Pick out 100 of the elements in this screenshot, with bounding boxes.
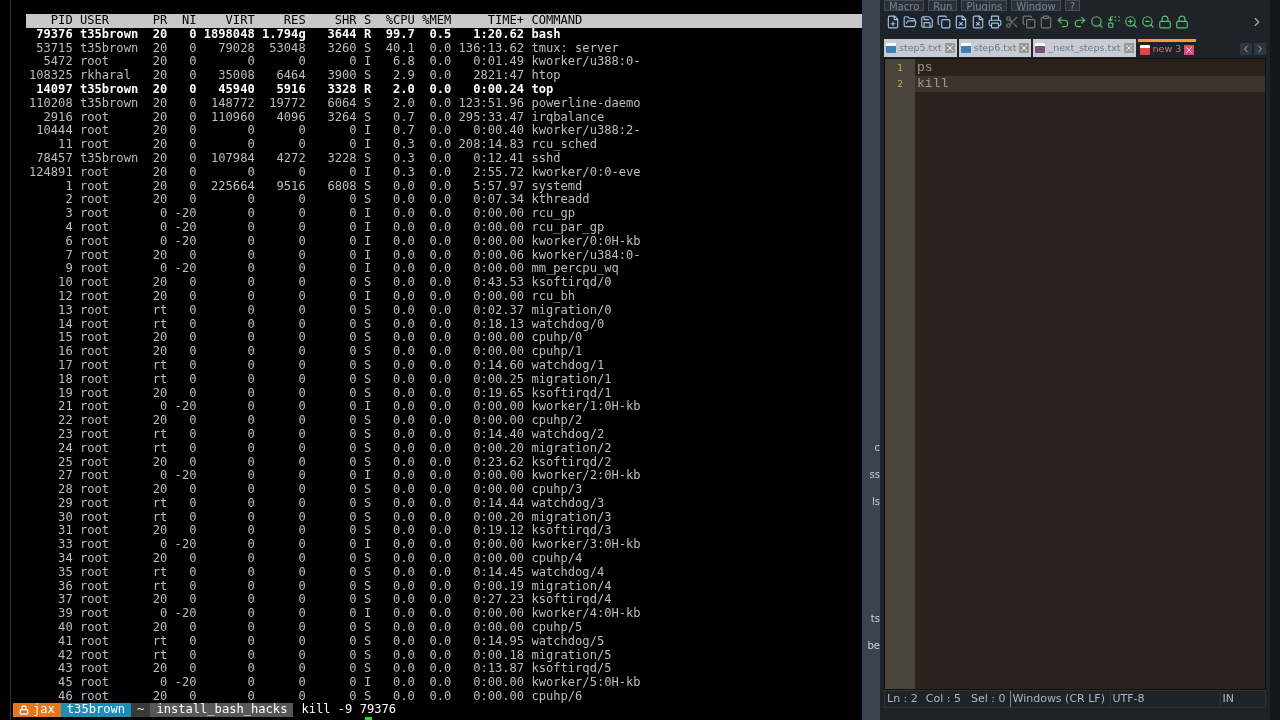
process-row-text: 5472 root 20 0 0 0 0 I 6.8 0.0 0:01.49 kworker/u388:0- bbox=[42, 55, 641, 69]
process-row-text: 30 root rt 0 0 0 0 S 0.0 0.0 0:00.20 migration/3 bbox=[57, 510, 612, 525]
process-row-text: 10444 root 20 0 0 0 0 I 0.7 0.0 0:00.40 kworker/u388:2- bbox=[35, 124, 641, 138]
lock-icon[interactable] bbox=[1158, 15, 1172, 29]
process-row-text: 16 root 20 0 0 0 0 S 0.0 0.0 0:00.00 cpuhp/1 bbox=[57, 345, 583, 359]
menu-item[interactable]: Window bbox=[1011, 0, 1061, 11]
file-tab[interactable]: step6.txt bbox=[958, 39, 1032, 57]
process-row: 124891 root 20 0 0 0 0 I 0.3 0.0 2:55.72 kworker/0:0-eve bbox=[29, 165, 641, 180]
command-text: kill -9 79376 bbox=[300, 702, 397, 717]
process-row-text: 40 root 20 0 0 0 0 S 0.0 0.0 0:00.00 cpuhp/5 bbox=[57, 621, 583, 635]
process-row-text: 23 root rt 0 0 0 0 S 0.0 0.0 0:14.40 watchdog/2 bbox=[57, 427, 605, 442]
window-text-fragment: ls bbox=[872, 495, 880, 509]
process-row-text: 18 root rt 0 0 0 0 S 0.0 0.0 0:00.25 migration/1 bbox=[57, 372, 612, 387]
save-icon[interactable] bbox=[920, 15, 934, 29]
process-row: 108325 rkharal 20 0 35008 6464 3900 S 2.9 0.0 2821:47 htop bbox=[29, 69, 561, 83]
undo-icon[interactable] bbox=[1056, 15, 1070, 29]
cut-icon[interactable] bbox=[1005, 15, 1019, 29]
prompt-text: ~ bbox=[137, 702, 145, 717]
search-icon[interactable] bbox=[1090, 15, 1104, 29]
process-row-text: 14 root rt 0 0 0 0 S 0.0 0.0 0:18.13 watchdog/0 bbox=[57, 317, 605, 332]
status-column: Col : 5 bbox=[919, 690, 967, 708]
process-row-text: 21 root 0 -20 0 0 0 I 0.0 0.0 0:00.00 kworker/1:0H-kb bbox=[57, 400, 641, 414]
process-row-text: 28 root 20 0 0 0 0 S 0.0 0.0 0:00.00 cpuhp/3 bbox=[57, 483, 583, 497]
process-row-text: 17 root rt 0 0 0 0 S 0.0 0.0 0:14.60 watchdog/1 bbox=[57, 358, 605, 373]
prompt-text: jax bbox=[33, 702, 55, 717]
redo-icon[interactable] bbox=[1073, 15, 1087, 29]
lock-icon[interactable] bbox=[1175, 15, 1189, 29]
print-icon[interactable] bbox=[988, 15, 1002, 29]
window-text-fragment: ss bbox=[869, 468, 880, 482]
process-row-text: 43 root 20 0 0 0 0 S 0.0 0.0 0:13.87 ksoftirqd/5 bbox=[57, 662, 612, 676]
line-number: 2 bbox=[896, 78, 904, 91]
process-row-text: 6 root 0 -20 0 0 0 I 0.0 0.0 0:00.00 kworker/0:0H-kb bbox=[64, 234, 641, 249]
process-row-text: 2916 root 20 0 110960 4096 3264 S 0.7 0.0 295:33.47 irqbalance bbox=[42, 110, 605, 125]
close-file-icon[interactable] bbox=[954, 15, 968, 29]
process-row-text: 14097 t35brown 20 0 45940 5916 3328 R 2.0 0.0 0:00.24 top bbox=[35, 83, 554, 97]
close-icon[interactable] bbox=[1184, 44, 1195, 55]
process-row-text: 78457 t35brown 20 0 107984 4272 3228 S 0.3 0.0 0:12.41 sshd bbox=[35, 151, 561, 166]
menu-item[interactable]: Macro bbox=[884, 0, 925, 11]
process-row-text: 7 root 20 0 0 0 0 I 0.0 0.0 0:00.06 kworker/u384:0- bbox=[64, 248, 641, 263]
file-tab[interactable]: new 3 bbox=[1137, 39, 1197, 57]
process-row-text: 11 root 20 0 0 0 0 I 0.3 0.0 208:14.83 rcu_sched bbox=[57, 138, 597, 152]
process-row-text: 2 root 20 0 0 0 0 S 0.0 0.0 0:07.34 kthreadd bbox=[64, 193, 590, 208]
prompt-text: t35brown bbox=[66, 702, 126, 717]
folder-icon[interactable] bbox=[903, 15, 917, 29]
process-row-text: 9 root 0 -20 0 0 0 I 0.0 0.0 0:00.00 mm_percpu_wq bbox=[64, 262, 619, 277]
process-row-text: 12 root 20 0 0 0 0 I 0.0 0.0 0:00.00 rcu_bh bbox=[57, 289, 576, 304]
scroll-left-icon[interactable] bbox=[1240, 43, 1252, 55]
new-file-icon[interactable] bbox=[886, 15, 900, 29]
status-eol: Windows (CR LF) bbox=[1010, 690, 1111, 708]
process-row: 110208 t35brown 20 0 148772 19772 6064 S 2.0 0.0 123:51.96 powerline-daemo bbox=[29, 96, 641, 111]
process-row-text: 24 root rt 0 0 0 0 S 0.0 0.0 0:00.20 migration/2 bbox=[57, 441, 612, 456]
process-row-text: 27 root 0 -20 0 0 0 I 0.0 0.0 0:00.00 kworker/2:0H-kb bbox=[57, 469, 641, 483]
process-row-text: 19 root 20 0 0 0 0 S 0.0 0.0 0:19.65 ksoftirqd/1 bbox=[57, 386, 612, 401]
zoom-in-icon[interactable] bbox=[1124, 15, 1138, 29]
process-row-text: 37 root 20 0 0 0 0 S 0.0 0.0 0:27.23 ksoftirqd/4 bbox=[57, 593, 612, 607]
process-row-text: 31 root 20 0 0 0 0 S 0.0 0.0 0:19.12 ksoftirqd/3 bbox=[57, 524, 612, 538]
save-all-icon[interactable] bbox=[937, 15, 951, 29]
process-row-text: 10 root 20 0 0 0 0 S 0.0 0.0 0:43.53 ksoftirqd/0 bbox=[57, 276, 612, 290]
process-row-text: 36 root rt 0 0 0 0 S 0.0 0.0 0:00.19 migration/4 bbox=[57, 579, 612, 594]
menu-item[interactable]: ? bbox=[1064, 0, 1081, 11]
process-row-text: 45 root 0 -20 0 0 0 I 0.0 0.0 0:00.00 kworker/5:0H-kb bbox=[57, 676, 641, 690]
status-mode: IN bbox=[1221, 690, 1235, 707]
process-row-text: 35 root rt 0 0 0 0 S 0.0 0.0 0:14.45 watchdog/4 bbox=[57, 565, 605, 580]
file-tab[interactable]: _next_steps.txt bbox=[1033, 39, 1136, 57]
table-header: PID USER PR NI VIRT RES SHR S %CPU %MEM TIME+ COMMAND bbox=[26, 14, 862, 28]
process-row-text: 33 root 0 -20 0 0 0 I 0.0 0.0 0:00.00 kworker/3:0H-kb bbox=[57, 538, 641, 552]
process-row-text: 46 root 20 0 0 0 0 S 0.0 0.0 0:00.00 cpuhp/6 bbox=[57, 690, 583, 704]
menu-item[interactable]: Run bbox=[928, 0, 958, 11]
status-encoding: UTF-8 bbox=[1110, 690, 1221, 708]
process-row-text: 79376 t35brown 20 0 1898048 1.794g 3644 R 99.7 0.5 1:20.62 bash bbox=[35, 27, 561, 42]
close-all-icon[interactable] bbox=[971, 15, 985, 29]
process-row-text: 15 root 20 0 0 0 0 S 0.0 0.0 0:00.00 cpuhp/0 bbox=[57, 331, 583, 345]
window-text-fragment: ts bbox=[870, 612, 880, 626]
zoom-out-icon[interactable] bbox=[1141, 15, 1155, 29]
process-row-text: 41 root rt 0 0 0 0 S 0.0 0.0 0:14.95 watchdog/5 bbox=[57, 634, 605, 649]
process-row-text: 53715 t35brown 20 0 79028 53048 3260 S 40.1 0.0 136:13.62 tmux: server bbox=[35, 41, 619, 55]
process-row-text: 29 root rt 0 0 0 0 S 0.0 0.0 0:14.44 watchdog/3 bbox=[57, 496, 605, 511]
process-row-text: 34 root 20 0 0 0 0 S 0.0 0.0 0:00.00 cpuhp/4 bbox=[57, 552, 583, 566]
code-line: ps bbox=[916, 60, 934, 76]
status-line: Ln : 2 bbox=[886, 690, 919, 707]
process-row-text: 13 root rt 0 0 0 0 S 0.0 0.0 0:02.37 migration/0 bbox=[57, 303, 612, 318]
copy-icon[interactable] bbox=[1022, 15, 1036, 29]
lock-icon bbox=[19, 704, 29, 715]
scroll-right-icon[interactable] bbox=[1254, 43, 1266, 55]
text-cursor bbox=[365, 716, 372, 720]
file-tab[interactable]: step5.txt bbox=[884, 39, 957, 57]
window-text-fragment: be bbox=[867, 639, 880, 653]
process-row-text: 22 root 20 0 0 0 0 S 0.0 0.0 0:00.00 cpuhp/2 bbox=[57, 414, 583, 428]
process-row-text: 1 root 20 0 225664 9516 6808 S 0.0 0.0 5:57.97 systemd bbox=[64, 179, 583, 194]
status-selection: Sel : 0 bbox=[967, 690, 1011, 708]
line-number: 1 bbox=[896, 62, 904, 75]
process-row-text: 39 root 0 -20 0 0 0 I 0.0 0.0 0:00.00 kworker/4:0H-kb bbox=[57, 607, 641, 621]
process-row-text: 3 root 0 -20 0 0 0 I 0.0 0.0 0:00.00 rcu_gp bbox=[64, 207, 576, 221]
process-row-text: 25 root 20 0 0 0 0 S 0.0 0.0 0:23.62 ksoftirqd/2 bbox=[57, 455, 612, 469]
window-text-fragment: c bbox=[874, 441, 880, 455]
replace-icon[interactable] bbox=[1107, 15, 1121, 29]
prompt-text: install_bash_hacks bbox=[156, 702, 288, 717]
paste-icon[interactable] bbox=[1039, 15, 1053, 29]
process-row-text: 42 root rt 0 0 0 0 S 0.0 0.0 0:00.18 migration/5 bbox=[57, 648, 612, 663]
process-row-text: 4 root 0 -20 0 0 0 I 0.0 0.0 0:00.00 rcu_par_gp bbox=[64, 220, 605, 235]
